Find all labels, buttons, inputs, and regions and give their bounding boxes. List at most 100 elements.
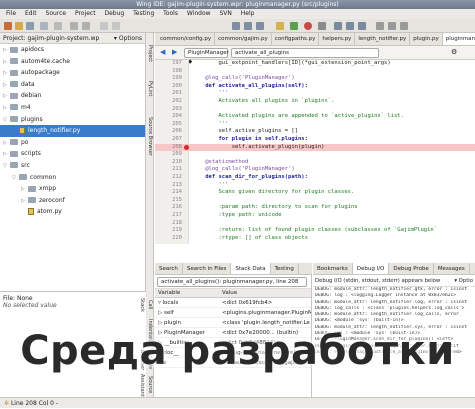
split-view-icon[interactable] [388,22,396,30]
tree-folder[interactable]: ▷ debian [0,90,145,102]
tab-project[interactable]: Project [146,39,154,69]
variable-row[interactable]: ▷ self <plugins.pluginmanager.PluginMa [155,308,311,318]
tab-stack-data[interactable]: Stack Data [231,263,271,274]
variable-row[interactable]: ▷ plugin <class 'plugin.length_notifier.L… [155,318,311,328]
tab-pylint[interactable]: PyLint [146,75,154,103]
tree-folder[interactable]: ▷ scripts [0,148,145,160]
grid-view-icon[interactable] [376,22,384,30]
code-line[interactable]: 199 @log_calls('PluginManager') [155,75,475,83]
tab-search[interactable]: Search [155,263,183,274]
tree-folder[interactable]: ▷ data [0,79,145,91]
code-line[interactable]: 211 @log_calls('PluginManager') [155,166,475,174]
editor-tab[interactable]: plugin.py [410,33,443,45]
tab-debug-probe[interactable]: Debug Probe [389,263,434,274]
indent-icon[interactable] [100,22,108,30]
code-line[interactable]: 212 def scan_dir_for_plugins(path): [155,174,475,182]
tree-folder[interactable]: ▷ po [0,137,145,149]
tree-folder[interactable]: ▷ autopackage [0,67,145,79]
tree-folder[interactable]: ▷ xmpp [0,183,145,195]
project-options-button[interactable]: ▾ Options [114,33,142,43]
print-icon[interactable] [54,22,62,30]
step-into-icon[interactable] [334,22,342,30]
editor-tab[interactable]: common/config.py [157,33,216,45]
editor-tab[interactable]: common/gajim.py [215,33,272,45]
tree-folder[interactable]: ▽ plugins [0,114,145,126]
redo-icon[interactable] [82,22,90,30]
code-line[interactable]: 218 [155,220,475,228]
debug-io-options-button[interactable]: ▾ Optio [454,275,473,286]
tree-folder[interactable]: ▷ autom4te.cache [0,56,145,68]
tab-source-browser[interactable]: Source Browser [146,107,154,167]
code-line[interactable]: 219 :return: list of found plugin classe… [155,227,475,235]
code-line[interactable]: 220 :rtype: [] of class objects [155,235,475,243]
variable-row[interactable]: ▿ locals <dict 0x619fcb4> [155,298,311,308]
class-combo[interactable]: PluginManager ◆ [184,48,229,65]
tab-search-in-files[interactable]: Search in Files [183,263,232,274]
code-line[interactable]: 208 self.activate_plugin(plugin) [155,143,475,152]
back-arrow-icon[interactable]: ◀ [160,48,165,56]
editor-tab-active[interactable]: pluginmanager.py [442,33,475,45]
stop-icon[interactable] [304,22,312,30]
code-line[interactable]: 203 [155,106,475,114]
tree-file[interactable]: length_notifier.py [0,125,145,137]
frame-combo[interactable]: activate_all_plugins(): pluginmanager.py… [157,277,307,287]
options-icon[interactable]: ⚙ [451,48,457,56]
menu-project[interactable]: Project [75,10,96,17]
tree-folder[interactable]: ▽ src [0,160,145,172]
code-line[interactable]: 205 ''' [155,121,475,129]
undo-icon[interactable] [70,22,78,30]
code-line[interactable]: 202 Activates all plugins in `plugins`. [155,98,475,106]
code-line[interactable]: 201 ''' [155,90,475,98]
code-line[interactable]: 200 def activate_all_plugins(self): [155,83,475,91]
new-file-icon[interactable] [4,22,12,30]
tree-folder[interactable]: ▽ common [0,172,145,184]
code-line[interactable]: 207 for plugin in self.plugins: [155,136,475,144]
code-line[interactable]: 206 self.active_plugins = [] [155,128,475,136]
code-line[interactable]: 204 Activated plugins are appended to `a… [155,113,475,121]
tree-folder[interactable]: ▷ m4 [0,102,145,114]
tree-file[interactable]: atom.py [0,206,145,218]
menu-file[interactable]: File [6,10,16,17]
continue-icon[interactable] [290,22,298,30]
code-line[interactable]: 197 gui_extpoint_handlers[ID](*gui_exten… [155,60,475,68]
tab-debug-io[interactable]: Debug I/O [352,263,390,274]
tab-source-assistant[interactable]: Source Assistant [139,373,154,397]
tab-testing[interactable]: Testing [271,263,299,274]
code-line[interactable]: 213 ''' [155,182,475,190]
menu-testing[interactable]: Testing [133,10,154,17]
forward-arrow-icon[interactable]: ▶ [172,48,177,56]
find-icon[interactable] [232,22,240,30]
panel-icon[interactable] [400,22,408,30]
code-line[interactable]: 210 @staticmethod [155,159,475,167]
editor-tab[interactable]: helpers.py [319,33,356,45]
save-icon[interactable] [26,22,34,30]
code-area[interactable]: 197 gui_extpoint_handlers[ID](*gui_exten… [155,60,475,244]
replace-icon[interactable] [256,22,264,30]
step-out-icon[interactable] [358,22,366,30]
code-line[interactable]: 216 :param path: directory to scan for p… [155,204,475,212]
menu-edit[interactable]: Edit [25,10,37,17]
pause-icon[interactable] [318,22,326,30]
editor-tab[interactable]: configpaths.py [272,33,320,45]
tab-call-stack[interactable]: Call Stack [139,293,154,317]
method-combo[interactable]: activate_all_plugins [231,48,379,58]
menu-help[interactable]: Help [241,10,255,17]
open-file-icon[interactable] [15,22,23,30]
menu-window[interactable]: Window [187,10,211,17]
tab-bookmarks[interactable]: Bookmarks [313,263,353,274]
breakpoint-icon[interactable] [184,145,189,151]
find-next-icon[interactable] [244,22,252,30]
menu-source[interactable]: Source [46,10,67,17]
code-line[interactable]: 217 :type path: unicode [155,212,475,220]
code-line[interactable]: 209 [155,151,475,159]
save-all-icon[interactable] [40,22,48,30]
tree-folder[interactable]: ▷ apidocs [0,44,145,56]
step-over-icon[interactable] [346,22,354,30]
code-line[interactable]: 214 Scans given directory for plugin cla… [155,189,475,197]
menu-debug[interactable]: Debug [105,10,125,17]
code-line[interactable]: 198 [155,68,475,76]
tree-folder[interactable]: ▷ zeroconf [0,195,145,207]
menu-svn[interactable]: SVN [219,10,231,17]
menu-tools[interactable]: Tools [163,10,178,17]
tab-messages[interactable]: Messages [434,263,470,274]
